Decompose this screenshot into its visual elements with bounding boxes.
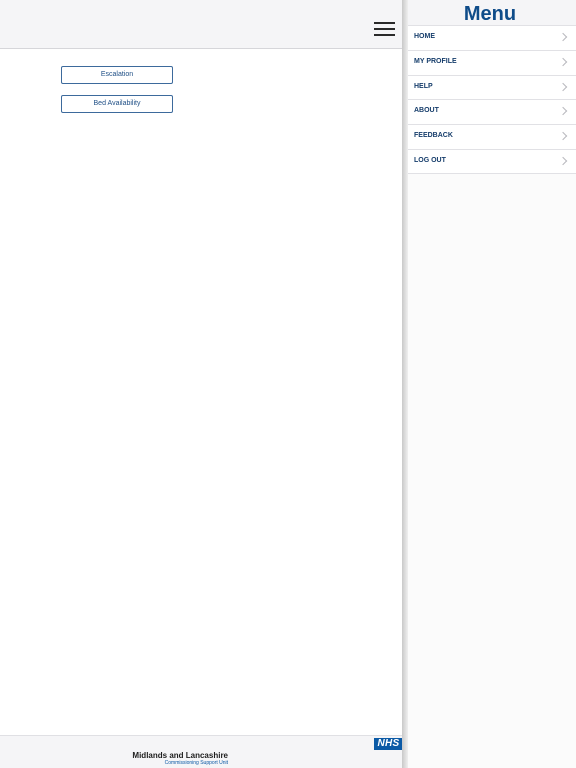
- bed-availability-button[interactable]: Bed Availability: [61, 95, 173, 113]
- menu-header: Menu: [408, 0, 576, 25]
- org-subtitle: Commissioning Support Unit: [164, 760, 228, 766]
- chevron-right-icon: [558, 156, 568, 166]
- hamburger-line: [374, 28, 395, 30]
- escalation-button[interactable]: Escalation: [61, 66, 173, 84]
- side-menu: Menu HOME MY PROFILE HELP ABOUT FEEDBACK…: [408, 0, 576, 768]
- hamburger-icon[interactable]: [372, 20, 398, 38]
- menu-item-log-out[interactable]: LOG OUT: [408, 148, 576, 174]
- hamburger-line: [374, 34, 395, 36]
- hamburger-line: [374, 22, 395, 24]
- main-content: Escalation Bed Availability NHS Midlands…: [0, 0, 403, 768]
- chevron-right-icon: [558, 57, 568, 67]
- menu-item-help[interactable]: HELP: [408, 74, 576, 100]
- chevron-right-icon: [558, 131, 568, 141]
- menu-item-label: ABOUT: [414, 107, 439, 115]
- menu-item-label: HELP: [414, 82, 433, 90]
- chevron-right-icon: [558, 82, 568, 91]
- menu-item-label: LOG OUT: [414, 156, 446, 164]
- menu-title: Menu: [463, 3, 517, 25]
- menu-item-label: HOME: [414, 33, 435, 40]
- chevron-right-icon: [558, 107, 568, 116]
- chevron-right-icon: [558, 32, 568, 42]
- menu-item-home[interactable]: HOME: [408, 25, 576, 50]
- top-bar: [0, 0, 402, 49]
- menu-list: HOME MY PROFILE HELP ABOUT FEEDBACK LOG …: [408, 25, 576, 174]
- menu-item-label: FEEDBACK: [414, 132, 453, 140]
- menu-item-feedback[interactable]: FEEDBACK: [408, 124, 576, 149]
- menu-item-my-profile[interactable]: MY PROFILE: [408, 49, 576, 75]
- menu-item-about[interactable]: ABOUT: [408, 99, 576, 125]
- nhs-logo: NHS: [374, 738, 403, 750]
- org-name: Midlands and Lancashire: [132, 751, 228, 760]
- menu-item-label: MY PROFILE: [414, 57, 457, 65]
